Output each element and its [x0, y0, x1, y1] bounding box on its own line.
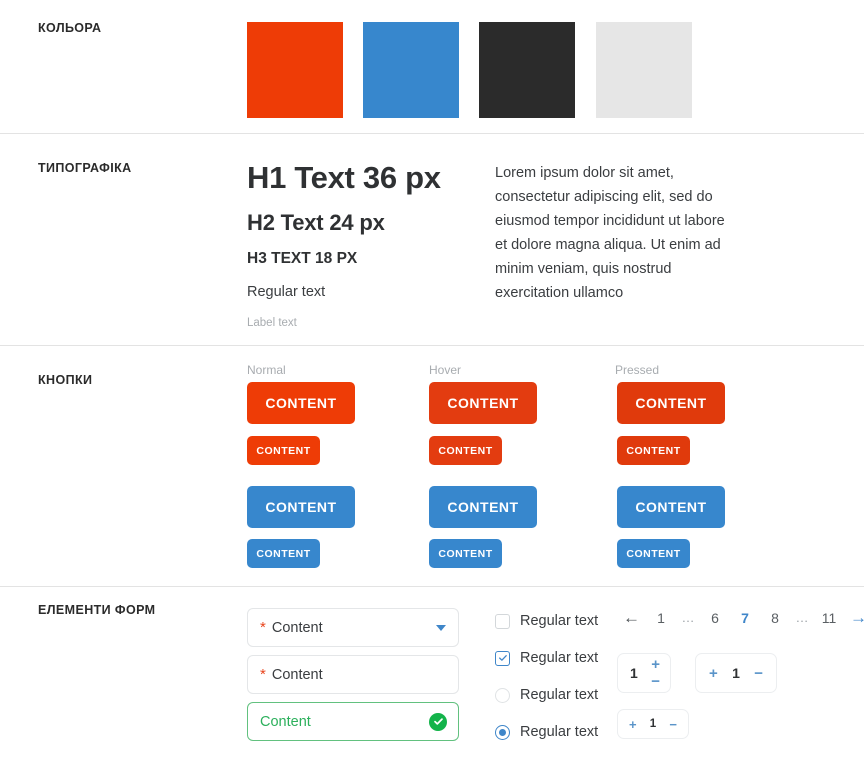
valid-field-value: Content [260, 713, 311, 730]
radio-row-2[interactable]: Regular text [495, 724, 598, 740]
button-blue-small-pressed[interactable]: CONTENT [617, 539, 690, 568]
type-sample-h2: H2 Text 24 px [247, 210, 385, 235]
stepper-horizontal[interactable]: + 1 − [695, 653, 777, 693]
button-red-small-hover[interactable]: CONTENT [429, 436, 502, 465]
arrow-left-icon[interactable]: ← [623, 609, 640, 626]
radio-label: Regular text [520, 724, 599, 740]
increment-icon[interactable]: + [709, 666, 718, 681]
section-label-colors: КОЛЬОРА [38, 21, 102, 35]
required-asterisk: * [260, 619, 266, 636]
type-sample-label: Label text [247, 317, 297, 329]
button-red-large-hover[interactable]: CONTENT [429, 382, 537, 424]
increment-icon[interactable]: + [629, 718, 637, 731]
checkbox-checked-icon[interactable] [495, 650, 510, 666]
type-sample-h3: H3 TEXT 18 PX [247, 250, 358, 267]
pagination-ellipsis: … [681, 610, 695, 625]
section-label-typography: ТИПОГРАФІКА [38, 161, 132, 175]
button-red-small-pressed[interactable]: CONTENT [617, 436, 690, 465]
stepper-horizontal-small[interactable]: + 1 − [617, 709, 689, 739]
section-label-buttons: КНОПКИ [38, 373, 93, 387]
stepper-value: 1 [649, 718, 657, 730]
button-state-label-pressed: Pressed [615, 363, 660, 377]
decrement-icon[interactable]: − [754, 666, 763, 681]
pagination-ellipsis: … [795, 610, 809, 625]
color-swatch-primary-blue [363, 22, 459, 118]
checkbox-label: Regular text [520, 650, 599, 666]
radio-label: Regular text [520, 687, 599, 703]
select-field-value: Content [271, 619, 323, 636]
select-field[interactable]: * Content [247, 608, 459, 647]
pagination-page-6[interactable]: 6 [707, 610, 723, 626]
section-divider [0, 345, 864, 346]
stepper-vertical[interactable]: 1 + − [617, 653, 671, 693]
pagination-page-11[interactable]: 11 [821, 610, 837, 626]
checkbox-unchecked-icon[interactable] [495, 613, 510, 629]
chevron-down-icon[interactable] [436, 624, 446, 631]
button-red-large-pressed[interactable]: CONTENT [617, 382, 725, 424]
type-sample-h1: H1 Text 36 px [247, 160, 441, 195]
decrement-icon[interactable]: − [651, 674, 660, 689]
section-divider [0, 586, 864, 587]
type-sample-paragraph: Lorem ipsum dolor sit amet, consectetur … [495, 165, 725, 301]
checkbox-row-2[interactable]: Regular text [495, 650, 598, 666]
color-swatch-primary-red [247, 22, 343, 118]
pagination-page-current[interactable]: 7 [737, 610, 753, 626]
button-red-small-normal[interactable]: CONTENT [247, 436, 320, 465]
button-blue-large-normal[interactable]: CONTENT [247, 486, 355, 528]
section-divider [0, 133, 864, 134]
radio-unselected-icon[interactable] [495, 687, 510, 703]
button-state-label-normal: Normal [247, 363, 286, 377]
arrow-right-icon[interactable]: → [850, 609, 864, 626]
radio-row-1[interactable]: Regular text [495, 687, 598, 703]
required-asterisk: * [260, 666, 266, 683]
checkbox-label: Regular text [520, 613, 599, 629]
pagination-page-1[interactable]: 1 [653, 610, 669, 626]
valid-field[interactable]: Content [247, 702, 459, 741]
increment-icon[interactable]: + [651, 657, 660, 672]
color-swatch-light-gray [596, 22, 692, 118]
color-swatch-dark [479, 22, 575, 118]
text-field-value: Content [271, 666, 323, 683]
button-state-label-hover: Hover [429, 363, 462, 377]
type-sample-regular: Regular text [247, 284, 326, 300]
button-blue-large-hover[interactable]: CONTENT [429, 486, 537, 528]
style-guide-page: КОЛЬОРА ТИПОГРАФІКА H1 Text 36 px H2 Tex… [0, 0, 864, 775]
pagination-page-8[interactable]: 8 [767, 610, 783, 626]
pagination[interactable]: ← 1 … 6 7 8 … 11 → [617, 609, 864, 626]
check-circle-icon [429, 712, 447, 731]
text-field[interactable]: * Content [247, 655, 459, 694]
button-blue-small-hover[interactable]: CONTENT [429, 539, 502, 568]
button-blue-small-normal[interactable]: CONTENT [247, 539, 320, 568]
radio-selected-icon[interactable] [495, 724, 510, 740]
button-blue-large-pressed[interactable]: CONTENT [617, 486, 725, 528]
button-red-large-normal[interactable]: CONTENT [247, 382, 355, 424]
stepper-value: 1 [630, 665, 638, 681]
stepper-value: 1 [732, 665, 740, 681]
decrement-icon[interactable]: − [669, 718, 677, 731]
checkbox-row-1[interactable]: Regular text [495, 613, 598, 629]
section-label-forms: ЕЛЕМЕНТИ ФОРМ [38, 603, 156, 617]
